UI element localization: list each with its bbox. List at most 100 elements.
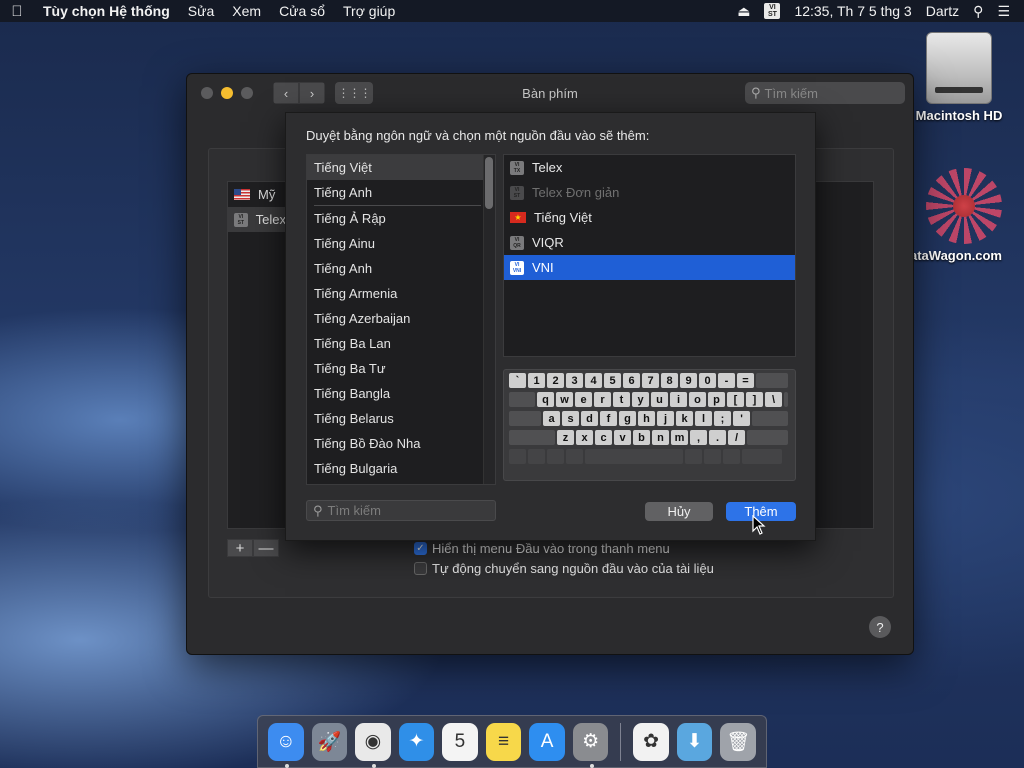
eject-icon[interactable]: ⏏ (737, 3, 750, 20)
trash-icon[interactable]: 🗑 (720, 722, 756, 761)
keyboard-key: u (651, 392, 668, 407)
keyboard-key: k (676, 411, 693, 426)
language-list[interactable]: Tiếng Việt Tiếng Anh Tiếng Ả Rập Tiếng Ai… (306, 154, 496, 485)
cancel-button[interactable]: Hủy (645, 502, 713, 521)
list-item[interactable]: ★ Tiếng Việt (504, 205, 795, 230)
option-label: Hiển thị menu Đầu vào trong thanh menu (432, 541, 670, 556)
vi-viqr-badge-icon: VI QR (510, 235, 524, 250)
option-auto-switch[interactable]: Tự động chuyển sang nguồn đầu vào của tà… (414, 561, 714, 576)
keyboard-modifier-key (585, 449, 683, 464)
source-label: Telex (255, 212, 286, 227)
keyboard-modifier-key (509, 449, 526, 464)
list-item[interactable]: Tiếng Ba Lan (307, 331, 495, 356)
keyboard-key: 9 (680, 373, 697, 388)
input-source-options-list[interactable]: VI TX Telex VI ST Telex Đơn giản ★ Tiếng V… (503, 154, 796, 357)
help-button[interactable]: ? (869, 616, 891, 638)
option-show-input-menu[interactable]: ✓ Hiển thị menu Đầu vào trong thanh menu (414, 541, 670, 556)
vi-vni-badge-icon: VI VNI (510, 260, 524, 275)
downloads-folder-icon[interactable]: ⬇ (676, 722, 713, 761)
notes-icon[interactable]: ≡ (485, 722, 522, 761)
menu-view[interactable]: Xem (223, 3, 270, 19)
remove-source-button[interactable]: — (253, 539, 279, 557)
launchpad-icon[interactable]: 🚀 (311, 722, 348, 761)
minimize-button[interactable] (221, 87, 233, 99)
keyboard-key: v (614, 430, 631, 445)
dock-glyph: 5 (454, 730, 466, 752)
zoom-button[interactable] (241, 87, 253, 99)
checkbox-unchecked[interactable] (414, 562, 427, 575)
menu-bar:  Tùy chọn Hệ thống Sửa Xem Cửa sổ Trợ g… (0, 0, 1024, 22)
dock-separator (620, 722, 622, 761)
window-search-field[interactable]: ⚲ Tìm kiếm (745, 82, 905, 104)
keyboard-key: . (709, 430, 726, 445)
spotlight-search-icon[interactable]: ⚲ (973, 3, 983, 20)
dock-glyph: ≡ (497, 730, 510, 752)
keyboard-key: p (708, 392, 725, 407)
list-item[interactable]: VI TX Telex (504, 155, 795, 180)
finder-icon[interactable]: ☺ (268, 722, 304, 768)
keyboard-key: ] (746, 392, 763, 407)
photos-icon[interactable]: ✿ (633, 722, 669, 761)
keyboard-key: l (695, 411, 712, 426)
input-sources-list[interactable]: Mỹ VI ST Telex (227, 181, 287, 529)
system-preferences-icon[interactable]: ⚙ (572, 722, 609, 768)
forward-button[interactable]: › (299, 82, 325, 104)
list-item[interactable]: Tiếng Ainu (307, 231, 495, 256)
list-item[interactable]: VI VNI VNI (504, 255, 795, 280)
list-item[interactable]: Tiếng Azerbaijan (307, 306, 495, 331)
dock-glyph: A (540, 730, 554, 752)
menu-edit[interactable]: Sửa (179, 3, 224, 19)
search-placeholder: Tìm kiếm (764, 85, 818, 101)
notification-center-icon[interactable]: ☰ (997, 3, 1010, 20)
source-option-label: VNI (532, 260, 554, 275)
menu-window[interactable]: Cửa sổ (270, 3, 334, 19)
list-item[interactable]: Tiếng Anh (307, 256, 495, 281)
keyboard-key: q (537, 392, 554, 407)
list-item[interactable]: Tiếng Bulgaria (307, 456, 495, 481)
keyboard-key: 4 (585, 373, 602, 388)
close-button[interactable] (201, 87, 213, 99)
list-item[interactable]: Tiếng Anh (307, 180, 495, 205)
list-item[interactable]: Tiếng Ả Rập (307, 206, 495, 231)
vi-telex-badge-icon: VI TX (510, 160, 524, 175)
list-item[interactable]: Tiếng Ba Tư (307, 356, 495, 381)
apple-icon[interactable]:  (0, 3, 34, 20)
sheet-heading: Duyệt bằng ngôn ngữ và chọn một nguồn đầ… (306, 128, 650, 143)
keyboard-row-3: z x c v b n m,. / (509, 430, 790, 447)
safari-icon[interactable]: ✦ (398, 722, 435, 761)
show-all-grid-button[interactable]: ⋮⋮⋮ (335, 82, 373, 104)
keyboard-modifier-key (566, 449, 583, 464)
input-source-badge[interactable]: VI ST (764, 3, 781, 19)
menu-clock[interactable]: 12:35, Th 7 5 thg 3 (794, 3, 911, 19)
sheet-search-field[interactable]: ⚲ Tìm kiếm (306, 500, 496, 521)
list-item[interactable]: Tiếng Armenia (307, 281, 495, 306)
dock: ☺ 🚀 ◉ ✦ 5 ≡ A ⚙ ✿ ⬇ 🗑 (257, 715, 767, 768)
keyboard-key: b (633, 430, 650, 445)
chrome-icon[interactable]: ◉ (355, 722, 391, 768)
keyboard-key: 8 (661, 373, 678, 388)
checkbox-checked[interactable]: ✓ (414, 542, 427, 555)
list-item[interactable]: Tiếng Belarus (307, 406, 495, 431)
list-item[interactable]: Tiếng Bồ Đào Nha (307, 431, 495, 456)
list-item[interactable]: Tiếng Việt (307, 155, 495, 180)
list-item[interactable]: VI QR VIQR (504, 230, 795, 255)
menu-app-name[interactable]: Tùy chọn Hệ thống (34, 3, 179, 19)
app-store-icon[interactable]: A (529, 722, 565, 761)
language-scrollbar-thumb[interactable] (485, 157, 493, 209)
menu-help[interactable]: Trợ giúp (334, 3, 404, 19)
list-item: VI ST Telex Đơn giản (504, 180, 795, 205)
search-placeholder: Tìm kiếm (327, 503, 381, 518)
keyboard-key: e (575, 392, 592, 407)
desktop-icon-macintosh-hd[interactable]: Macintosh HD (912, 32, 1006, 123)
add-source-button[interactable]: + (227, 539, 253, 557)
calendar-icon[interactable]: 5 (442, 722, 478, 761)
source-option-label: Tiếng Việt (534, 210, 592, 225)
list-item[interactable]: VI ST Telex (228, 207, 286, 232)
list-item[interactable]: Tiếng Bangla (307, 381, 495, 406)
keyboard-key: n (652, 430, 669, 445)
menu-user[interactable]: Dartz (926, 3, 959, 19)
desktop-icon-datawagon[interactable]: ataWagon.com (910, 168, 1024, 263)
keyboard-key: x (576, 430, 593, 445)
back-button[interactable]: ‹ (273, 82, 299, 104)
list-item[interactable]: Mỹ (228, 182, 286, 207)
